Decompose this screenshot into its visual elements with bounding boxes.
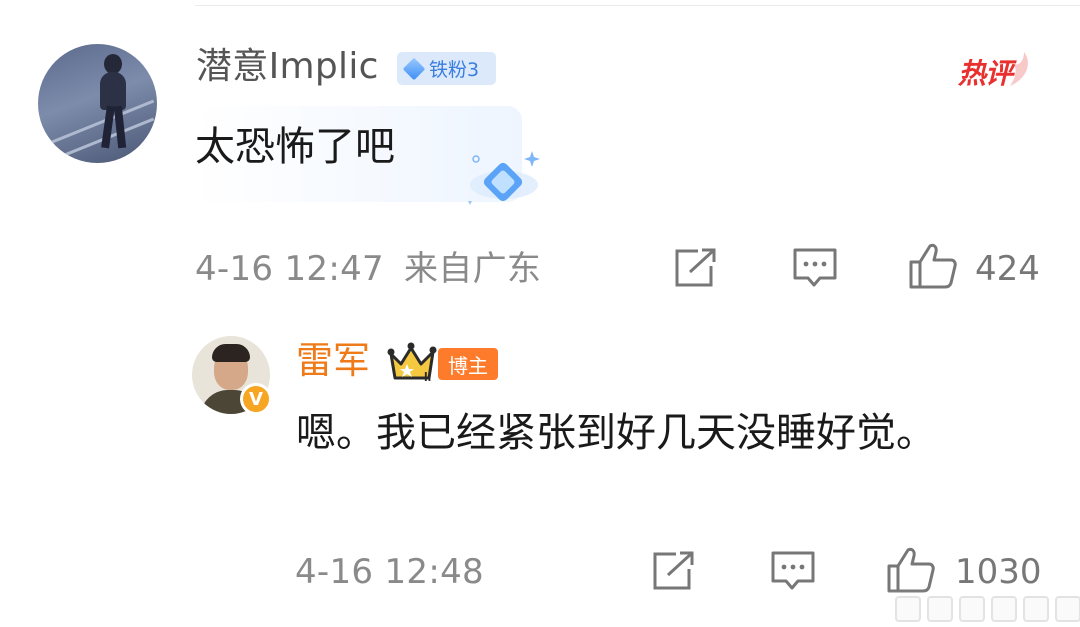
like-count: 424 (975, 249, 1040, 289)
comment-icon[interactable] (792, 247, 838, 289)
comment-location: 来自广东 (404, 249, 542, 289)
share-icon[interactable] (674, 248, 718, 288)
comment-text: 嗯。我已经紧张到好几天没睡好觉。 (296, 410, 936, 456)
verified-badge: V (240, 383, 272, 415)
crown-level: II (424, 369, 431, 384)
comment-time: 4-16 12:47 (195, 249, 384, 289)
crown-icon: II (387, 342, 437, 384)
avatar-decor (101, 105, 115, 149)
avatar-decor (212, 344, 250, 362)
divider (195, 5, 1080, 6)
comment-text: 太恐怖了吧 (195, 124, 395, 170)
share-icon[interactable] (652, 551, 696, 591)
fan-badge-label: 铁粉3 (429, 59, 480, 81)
avatar-decor (100, 72, 126, 110)
watermark (895, 596, 1080, 622)
hot-comment-label: 热评 (958, 57, 1013, 90)
thumbs-up-icon[interactable] (908, 242, 958, 290)
thumbs-up-icon[interactable] (886, 546, 936, 594)
like-count: 1030 (955, 552, 1042, 592)
comment-time: 4-16 12:48 (295, 552, 484, 592)
fan-badge[interactable]: 铁粉3 (397, 52, 496, 85)
hot-comment-tag: 热评 (958, 50, 1036, 92)
username[interactable]: 雷军 (296, 338, 370, 384)
avatar[interactable] (38, 44, 157, 163)
diamond-bubble-decoration (468, 151, 540, 205)
comment-icon[interactable] (770, 550, 816, 592)
avatar-decor (104, 54, 122, 74)
blogger-badge: 博主 (438, 348, 498, 380)
diamond-icon (402, 57, 426, 80)
username[interactable]: 潜意Implic (196, 44, 379, 90)
